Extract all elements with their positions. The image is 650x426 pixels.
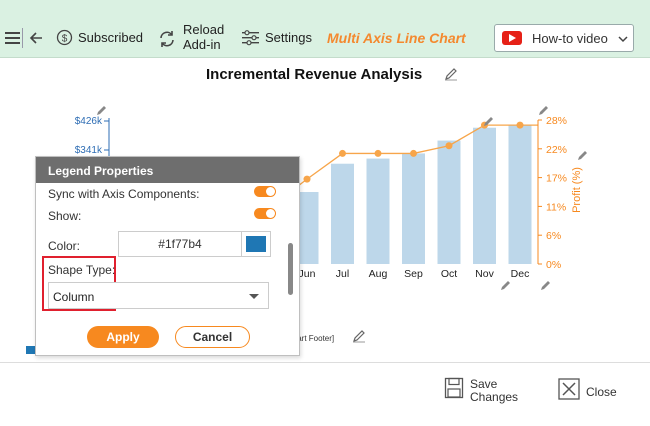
- app-window: $ Subscribed Reload Add-in Settings Mult…: [0, 0, 650, 426]
- profit-point: [516, 121, 524, 129]
- apply-button[interactable]: Apply: [87, 326, 159, 348]
- bar: [437, 140, 461, 264]
- x-tick-label: Oct: [441, 268, 457, 280]
- color-label: Color:: [48, 239, 81, 253]
- x-tick-label: Aug: [369, 268, 388, 280]
- bar: [402, 153, 425, 264]
- right-tick-label: 0%: [546, 259, 561, 271]
- shape-type-label: Shape Type:: [48, 263, 116, 277]
- cancel-button[interactable]: Cancel: [175, 326, 250, 348]
- close-button[interactable]: Close: [558, 378, 617, 405]
- bottom-bar: [0, 362, 650, 426]
- sync-axis-label: Sync with Axis Components:: [48, 187, 200, 201]
- bar: [508, 125, 532, 265]
- color-swatch: [246, 236, 266, 252]
- x-tick-label: Jun: [299, 268, 316, 280]
- color-picker-button[interactable]: [241, 231, 271, 257]
- right-tick-label: 11%: [546, 201, 566, 213]
- pencil-icon[interactable]: [577, 148, 589, 166]
- save-changes-button[interactable]: Save Changes: [444, 377, 518, 404]
- pencil-icon[interactable]: [352, 329, 366, 348]
- profit-point: [374, 149, 382, 157]
- save-label-line2: Changes: [470, 389, 519, 404]
- profit-point: [445, 142, 453, 150]
- show-label: Show:: [48, 209, 82, 223]
- dialog-scrollbar[interactable]: [288, 243, 293, 295]
- profit-point: [303, 175, 311, 183]
- save-label-line1: Save: [470, 376, 498, 391]
- x-tick-label: Dec: [511, 268, 530, 280]
- x-axis-labels: Jun Jul Aug Sep Oct Nov Dec: [299, 268, 530, 280]
- right-tick-label: 17%: [546, 173, 567, 185]
- right-axis-label: Profit (%): [571, 167, 583, 213]
- show-toggle[interactable]: [254, 208, 276, 219]
- dialog-title: Legend Properties: [48, 164, 154, 178]
- shape-type-select[interactable]: Column: [48, 282, 269, 309]
- save-changes-label: Save Changes: [470, 376, 519, 404]
- profit-point: [339, 149, 346, 157]
- profit-point: [410, 149, 417, 157]
- save-icon: [444, 377, 464, 404]
- x-tick-label: Jul: [336, 268, 349, 280]
- legend-properties-dialog: Legend Properties Sync with Axis Compone…: [35, 156, 300, 356]
- left-axis-tick-label: $341k: [75, 145, 103, 156]
- pencil-icon[interactable]: [483, 114, 495, 132]
- x-tick-label: Nov: [475, 268, 494, 280]
- bar: [473, 127, 496, 264]
- pencil-icon[interactable]: [96, 103, 108, 121]
- close-label: Close: [586, 384, 617, 399]
- color-hex-input[interactable]: #1f77b4: [118, 231, 241, 257]
- right-tick-label: 22%: [546, 144, 567, 156]
- shape-type-value: Column: [53, 290, 95, 304]
- pencil-icon[interactable]: [500, 278, 512, 296]
- bar: [331, 163, 354, 264]
- pencil-icon[interactable]: [538, 103, 550, 121]
- right-axis-ticks: 28%22%17%11%6%0%: [538, 115, 567, 271]
- right-tick-label: 6%: [546, 230, 561, 242]
- dialog-header: Legend Properties: [36, 157, 299, 183]
- pencil-icon[interactable]: [540, 278, 552, 296]
- dropdown-arrow-icon: [249, 294, 259, 299]
- bar: [366, 158, 390, 264]
- close-icon: [558, 378, 580, 405]
- bar-series: [295, 125, 532, 265]
- sync-axis-toggle[interactable]: [254, 186, 276, 197]
- x-tick-label: Sep: [404, 268, 423, 280]
